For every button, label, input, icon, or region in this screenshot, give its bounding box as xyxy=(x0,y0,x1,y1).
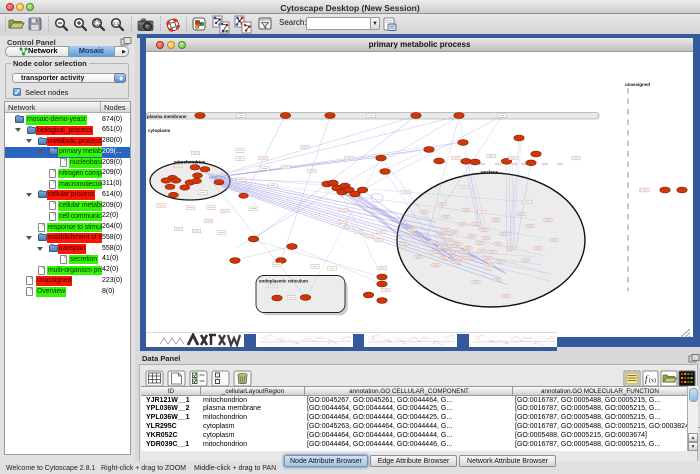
svg-text:nucleus: nucleus xyxy=(481,170,499,175)
svg-text:cytoplasm: cytoplasm xyxy=(148,128,170,133)
svg-text:endoplasmic reticulum: endoplasmic reticulum xyxy=(259,279,308,284)
svg-text:(x): (x) xyxy=(649,377,656,384)
svg-text:1:1: 1:1 xyxy=(113,21,120,26)
svg-text:unassigned: unassigned xyxy=(625,82,650,87)
svg-text:mitochondrion: mitochondrion xyxy=(174,160,206,165)
svg-text:plasma membrane: plasma membrane xyxy=(147,114,187,119)
